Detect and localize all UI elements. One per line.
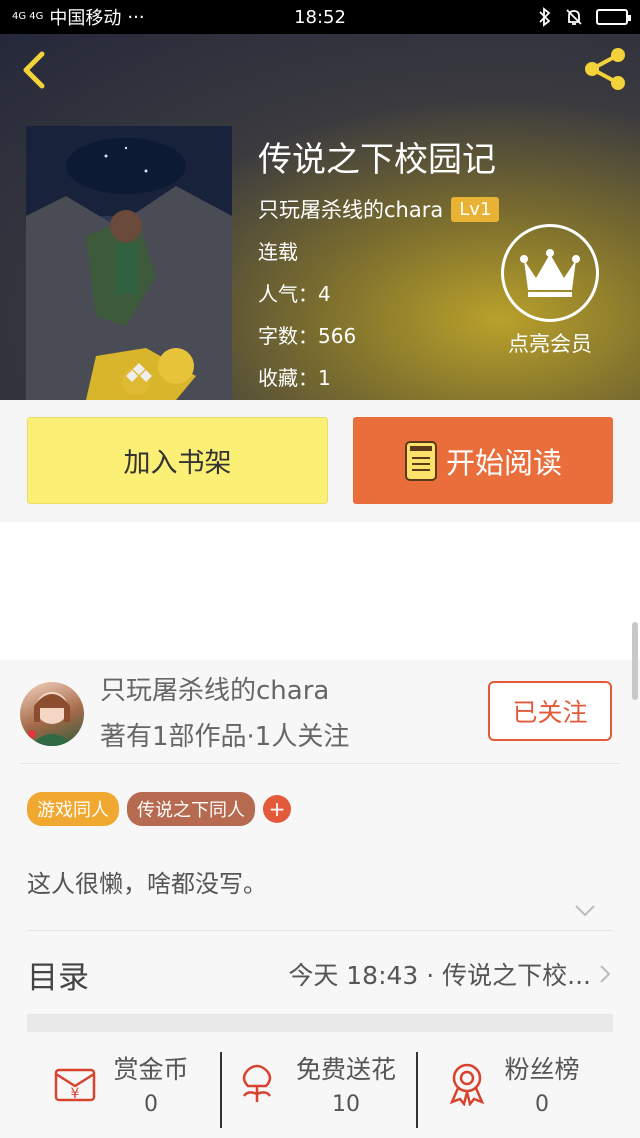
book-popularity: 人气：4 [258, 282, 331, 306]
status-bar: 4G 4G 中国移动 ··· 18:52 [0, 0, 640, 34]
vip-label: 点亮会员 [508, 332, 592, 356]
stat-value: 0 [535, 1092, 549, 1117]
tag-list: 游戏同人 传说之下同人 + [27, 792, 291, 826]
stat-label: 赏金币 [113, 1055, 189, 1084]
tag-undertale-fanfic[interactable]: 传说之下同人 [127, 792, 255, 826]
stat-value: 0 [144, 1092, 158, 1117]
author-name[interactable]: 只玩屠杀线的chara [100, 674, 349, 708]
book-word-count: 字数：566 [258, 324, 357, 348]
blank-area [0, 522, 640, 660]
medal-icon[interactable] [444, 1060, 490, 1106]
table-of-contents-row[interactable]: 目录 今天 18:43 · 传说之下校... [27, 948, 613, 1000]
add-tag-button[interactable]: + [263, 795, 291, 823]
stat-free-flowers[interactable]: 免费送花 10 [284, 1054, 408, 1120]
divider [27, 930, 613, 931]
book-favorites: 收藏：1 [258, 366, 331, 390]
toc-label: 目录 [27, 959, 89, 996]
coin-envelope-icon[interactable]: ¥ [52, 1060, 98, 1106]
book-intro: 这人很懒，啥都没写。 [27, 870, 267, 898]
chevron-right-icon [600, 965, 611, 983]
vip-button[interactable]: 点亮会员 [498, 224, 602, 358]
back-icon[interactable] [14, 48, 54, 92]
section-divider [27, 1014, 613, 1032]
tag-game-fanfic[interactable]: 游戏同人 [27, 792, 119, 826]
flower-icon[interactable] [234, 1060, 280, 1106]
share-icon[interactable] [580, 44, 630, 94]
cover-art [26, 126, 232, 400]
level-badge: Lv1 [451, 196, 500, 222]
stat-label: 免费送花 [295, 1055, 396, 1084]
stat-value: 10 [332, 1092, 360, 1117]
divider [20, 763, 620, 764]
start-reading-button[interactable]: 开始阅读 [353, 417, 613, 504]
crown-icon [520, 249, 580, 297]
chevron-down-icon[interactable] [574, 904, 596, 918]
scrollbar[interactable] [632, 622, 638, 700]
stats-bar: ¥ 赏金币 0 免费送花 10 粉丝榜 0 [0, 1044, 640, 1138]
author-panel: 只玩屠杀线的chara 著有1部作品·1人关注 已关注 游戏同人 传说之下同人 … [0, 660, 640, 1138]
latest-chapter: 今天 18:43 · 传说之下校... [288, 961, 591, 990]
follow-button[interactable]: 已关注 [488, 681, 612, 741]
author-meta: 著有1部作品·1人关注 [100, 722, 350, 752]
book-status: 连载 [258, 240, 298, 264]
divider [220, 1052, 222, 1128]
avatar[interactable] [20, 682, 84, 746]
add-to-shelf-button[interactable]: 加入书架 [27, 417, 328, 504]
start-reading-label: 开始阅读 [445, 445, 562, 480]
book-cover[interactable] [26, 126, 232, 400]
book-title: 传说之下校园记 [258, 140, 496, 180]
book-icon [404, 440, 437, 481]
stat-label: 粉丝榜 [504, 1055, 580, 1084]
status-time: 18:52 [294, 6, 346, 28]
action-bar: 加入书架 开始阅读 [0, 400, 640, 522]
svg-text:¥: ¥ [71, 1086, 80, 1102]
book-header: 传说之下校园记 只玩屠杀线的chara Lv1 连载 人气：4 字数：566 收… [0, 34, 640, 400]
stat-fan-ranking[interactable]: 粉丝榜 0 [494, 1054, 590, 1120]
book-info: 传说之下校园记 只玩屠杀线的chara Lv1 连载 人气：4 字数：566 收… [258, 138, 500, 392]
divider [416, 1052, 418, 1128]
stat-reward-coins[interactable]: 赏金币 0 [104, 1054, 198, 1120]
book-author[interactable]: 只玩屠杀线的chara [258, 194, 443, 224]
battery-icon [596, 9, 631, 25]
